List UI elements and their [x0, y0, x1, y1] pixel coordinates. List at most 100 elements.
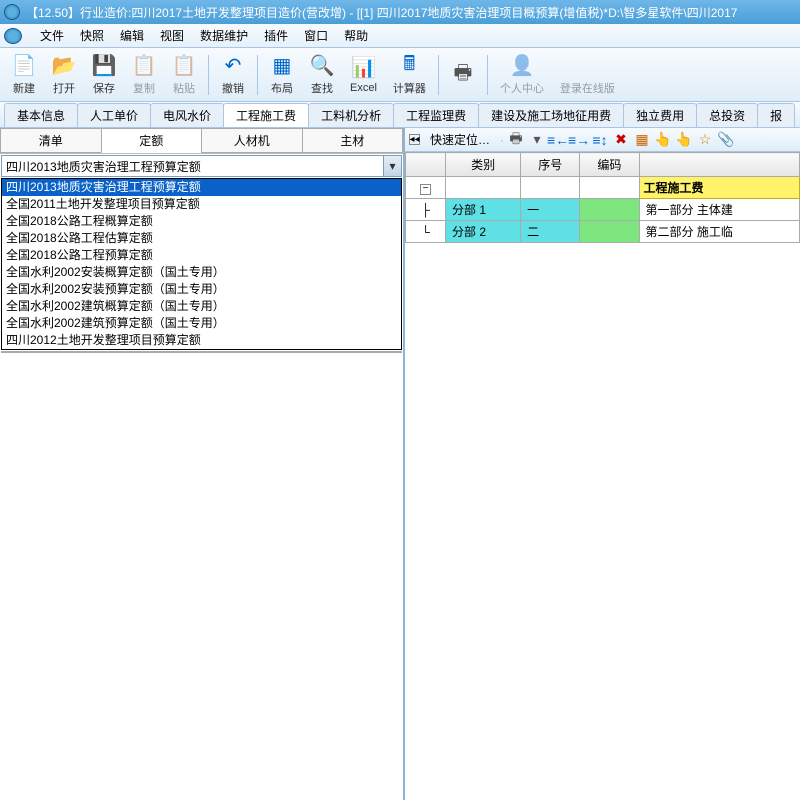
quick-icon[interactable]: ≡↕ [592, 132, 608, 148]
grid-cell-code[interactable] [580, 199, 639, 221]
grid-cell-category[interactable]: 分部 2 [446, 221, 521, 243]
dropdown-option[interactable]: 全国2018公路工程估算定额 [2, 230, 401, 247]
data-grid[interactable]: 类别序号编码 − 工程施工费 ├分部 1一 第一部分 主体建 └分部 2二 第二部分 施工… [405, 152, 800, 800]
maintab-电风水价[interactable]: 电风水价 [150, 103, 224, 127]
quota-combo-dropdown-button[interactable]: ▾ [383, 156, 401, 176]
toolbar-粘贴: 📋粘贴 [164, 52, 204, 98]
maintab-报[interactable]: 报 [757, 103, 795, 127]
lefttab-人材机[interactable]: 人材机 [201, 128, 302, 153]
icon-icon: 🖶 [451, 63, 475, 87]
tree-node[interactable]: ├ [406, 199, 446, 221]
grid-header-tree[interactable] [406, 153, 446, 177]
grid-header-编码[interactable]: 编码 [580, 153, 639, 177]
menu-快照[interactable]: 快照 [72, 27, 112, 44]
menu-文件[interactable]: 文件 [32, 27, 72, 44]
quick-toolbar: ◂◂ 快速定位… · 🖶▾≡←≡→≡↕✖▦👆👆☆📎 [405, 128, 800, 152]
dropdown-option[interactable]: 四川2013地质灾害治理工程预算定额 [2, 179, 401, 196]
menubar: 文件快照编辑视图数据维护插件窗口帮助 [0, 24, 800, 48]
toolbar-计算器[interactable]: 🖩计算器 [385, 52, 434, 98]
app-logo-icon [4, 4, 20, 20]
个人中心-icon: 👤 [510, 54, 534, 78]
menu-视图[interactable]: 视图 [152, 27, 192, 44]
separator [487, 55, 488, 95]
quick-locate-label[interactable]: 快速定位… [424, 131, 496, 148]
粘贴-icon: 📋 [172, 54, 196, 78]
quick-icon[interactable]: 👆 [655, 132, 671, 148]
quota-combo[interactable]: ▾ [1, 155, 402, 177]
grid-cell-desc[interactable]: 第一部分 主体建 [639, 199, 799, 221]
maintab-建设及施工场地征用费[interactable]: 建设及施工场地征用费 [478, 103, 624, 127]
quick-icon[interactable]: ▾ [529, 132, 545, 148]
maintab-工程监理费[interactable]: 工程监理费 [393, 103, 479, 127]
grid-cell-num[interactable]: 二 [521, 221, 580, 243]
grid-cell-category[interactable]: 分部 1 [446, 199, 521, 221]
grid-cell-code[interactable] [580, 221, 639, 243]
quota-combo-input[interactable] [2, 156, 383, 176]
toolbar-个人中心: 👤个人中心 [492, 52, 552, 98]
menu-窗口[interactable]: 窗口 [296, 27, 336, 44]
quota-dropdown-list[interactable]: 四川2013地质灾害治理工程预算定额全国2011土地开发整理项目预算定额全国20… [1, 178, 402, 350]
maintab-工料机分析[interactable]: 工料机分析 [308, 103, 394, 127]
toolbar-查找[interactable]: 🔍查找 [302, 52, 342, 98]
chevron-down-icon: ▾ [389, 159, 395, 173]
toolbar-label: 布局 [271, 80, 293, 96]
grid-header-类别[interactable]: 类别 [446, 153, 521, 177]
dropdown-option[interactable]: 四川2012土地开发整理项目预算定额 [2, 332, 401, 349]
maintab-人工单价[interactable]: 人工单价 [77, 103, 151, 127]
maintab-基本信息[interactable]: 基本信息 [4, 103, 78, 127]
toolbar-label: 撤销 [222, 80, 244, 96]
lefttab-主材[interactable]: 主材 [302, 128, 404, 153]
toolbar-新建[interactable]: 📄新建 [4, 52, 44, 98]
toolbar-布局[interactable]: ▦布局 [262, 52, 302, 98]
toolbar-btn[interactable]: 🖶 [443, 61, 483, 89]
新建-icon: 📄 [12, 54, 36, 78]
toolbar-Excel[interactable]: 📊Excel [342, 54, 385, 96]
toolbar-label: 登录在线版 [560, 80, 615, 96]
toolbar-保存[interactable]: 💾保存 [84, 52, 124, 98]
titlebar: 【12.50】行业造价:四川2017土地开发整理项目造价(营改增) - [[1]… [0, 0, 800, 24]
grid-cell-desc[interactable]: 第二部分 施工临 [639, 221, 799, 243]
quick-icon[interactable]: 👆 [676, 132, 692, 148]
lefttab-定额[interactable]: 定额 [101, 128, 202, 153]
dropdown-option[interactable]: 全国水利2002安装预算定额（国土专用） [2, 281, 401, 298]
quick-icon[interactable]: 🖶 [508, 132, 524, 148]
dropdown-option[interactable]: 全国水利2002建筑概算定额（国土专用） [2, 298, 401, 315]
dropdown-option[interactable]: 全国水利2002安装概算定额（国土专用） [2, 264, 401, 281]
menu-帮助[interactable]: 帮助 [336, 27, 376, 44]
quick-icon[interactable]: 📎 [718, 132, 734, 148]
quick-icon[interactable]: ☆ [697, 132, 713, 148]
tree-toggle[interactable]: − [406, 177, 446, 199]
grid-header-tree[interactable] [639, 153, 799, 177]
dropdown-option[interactable]: 全国2011土地开发整理项目预算定额 [2, 196, 401, 213]
menu-数据维护[interactable]: 数据维护 [192, 27, 256, 44]
quick-icon[interactable]: ✖ [613, 132, 629, 148]
lefttab-清单[interactable]: 清单 [0, 128, 101, 153]
查找-icon: 🔍 [310, 54, 334, 78]
separator [257, 55, 258, 95]
quick-icon[interactable]: ≡→ [571, 132, 587, 148]
left-tabbar: 清单定额人材机主材 [0, 128, 403, 154]
grid-cell [580, 177, 639, 199]
main-toolbar: 📄新建📂打开💾保存📋复制📋粘贴↶撤销▦布局🔍查找📊Excel🖩计算器🖶👤个人中心… [0, 48, 800, 102]
maintab-总投资[interactable]: 总投资 [696, 103, 758, 127]
dropdown-option[interactable]: 全国2018公路工程预算定额 [2, 247, 401, 264]
复制-icon: 📋 [132, 54, 156, 78]
maintab-工程施工费[interactable]: 工程施工费 [223, 103, 309, 127]
toolbar-撤销[interactable]: ↶撤销 [213, 52, 253, 98]
Excel-icon: 📊 [351, 56, 375, 80]
grid-header-序号[interactable]: 序号 [521, 153, 580, 177]
dropdown-option[interactable]: 全国水利2002建筑预算定额（国土专用） [2, 315, 401, 332]
quick-icon[interactable]: ≡← [550, 132, 566, 148]
tree-node[interactable]: └ [406, 221, 446, 243]
toolbar-打开[interactable]: 📂 打开 [44, 52, 84, 98]
menu-编辑[interactable]: 编辑 [112, 27, 152, 44]
summary-cell: 工程施工费 [639, 177, 799, 199]
dropdown-option[interactable]: 全国2018公路工程概算定额 [2, 213, 401, 230]
打开-icon: 📂 [52, 54, 76, 78]
menu-插件[interactable]: 插件 [256, 27, 296, 44]
quick-icon[interactable]: ▦ [634, 132, 650, 148]
expand-toggle-icon[interactable]: ◂◂ [409, 134, 420, 145]
maintab-独立费用[interactable]: 独立费用 [623, 103, 697, 127]
grid-cell-num[interactable]: 一 [521, 199, 580, 221]
toolbar-label: 打开 [53, 80, 75, 96]
